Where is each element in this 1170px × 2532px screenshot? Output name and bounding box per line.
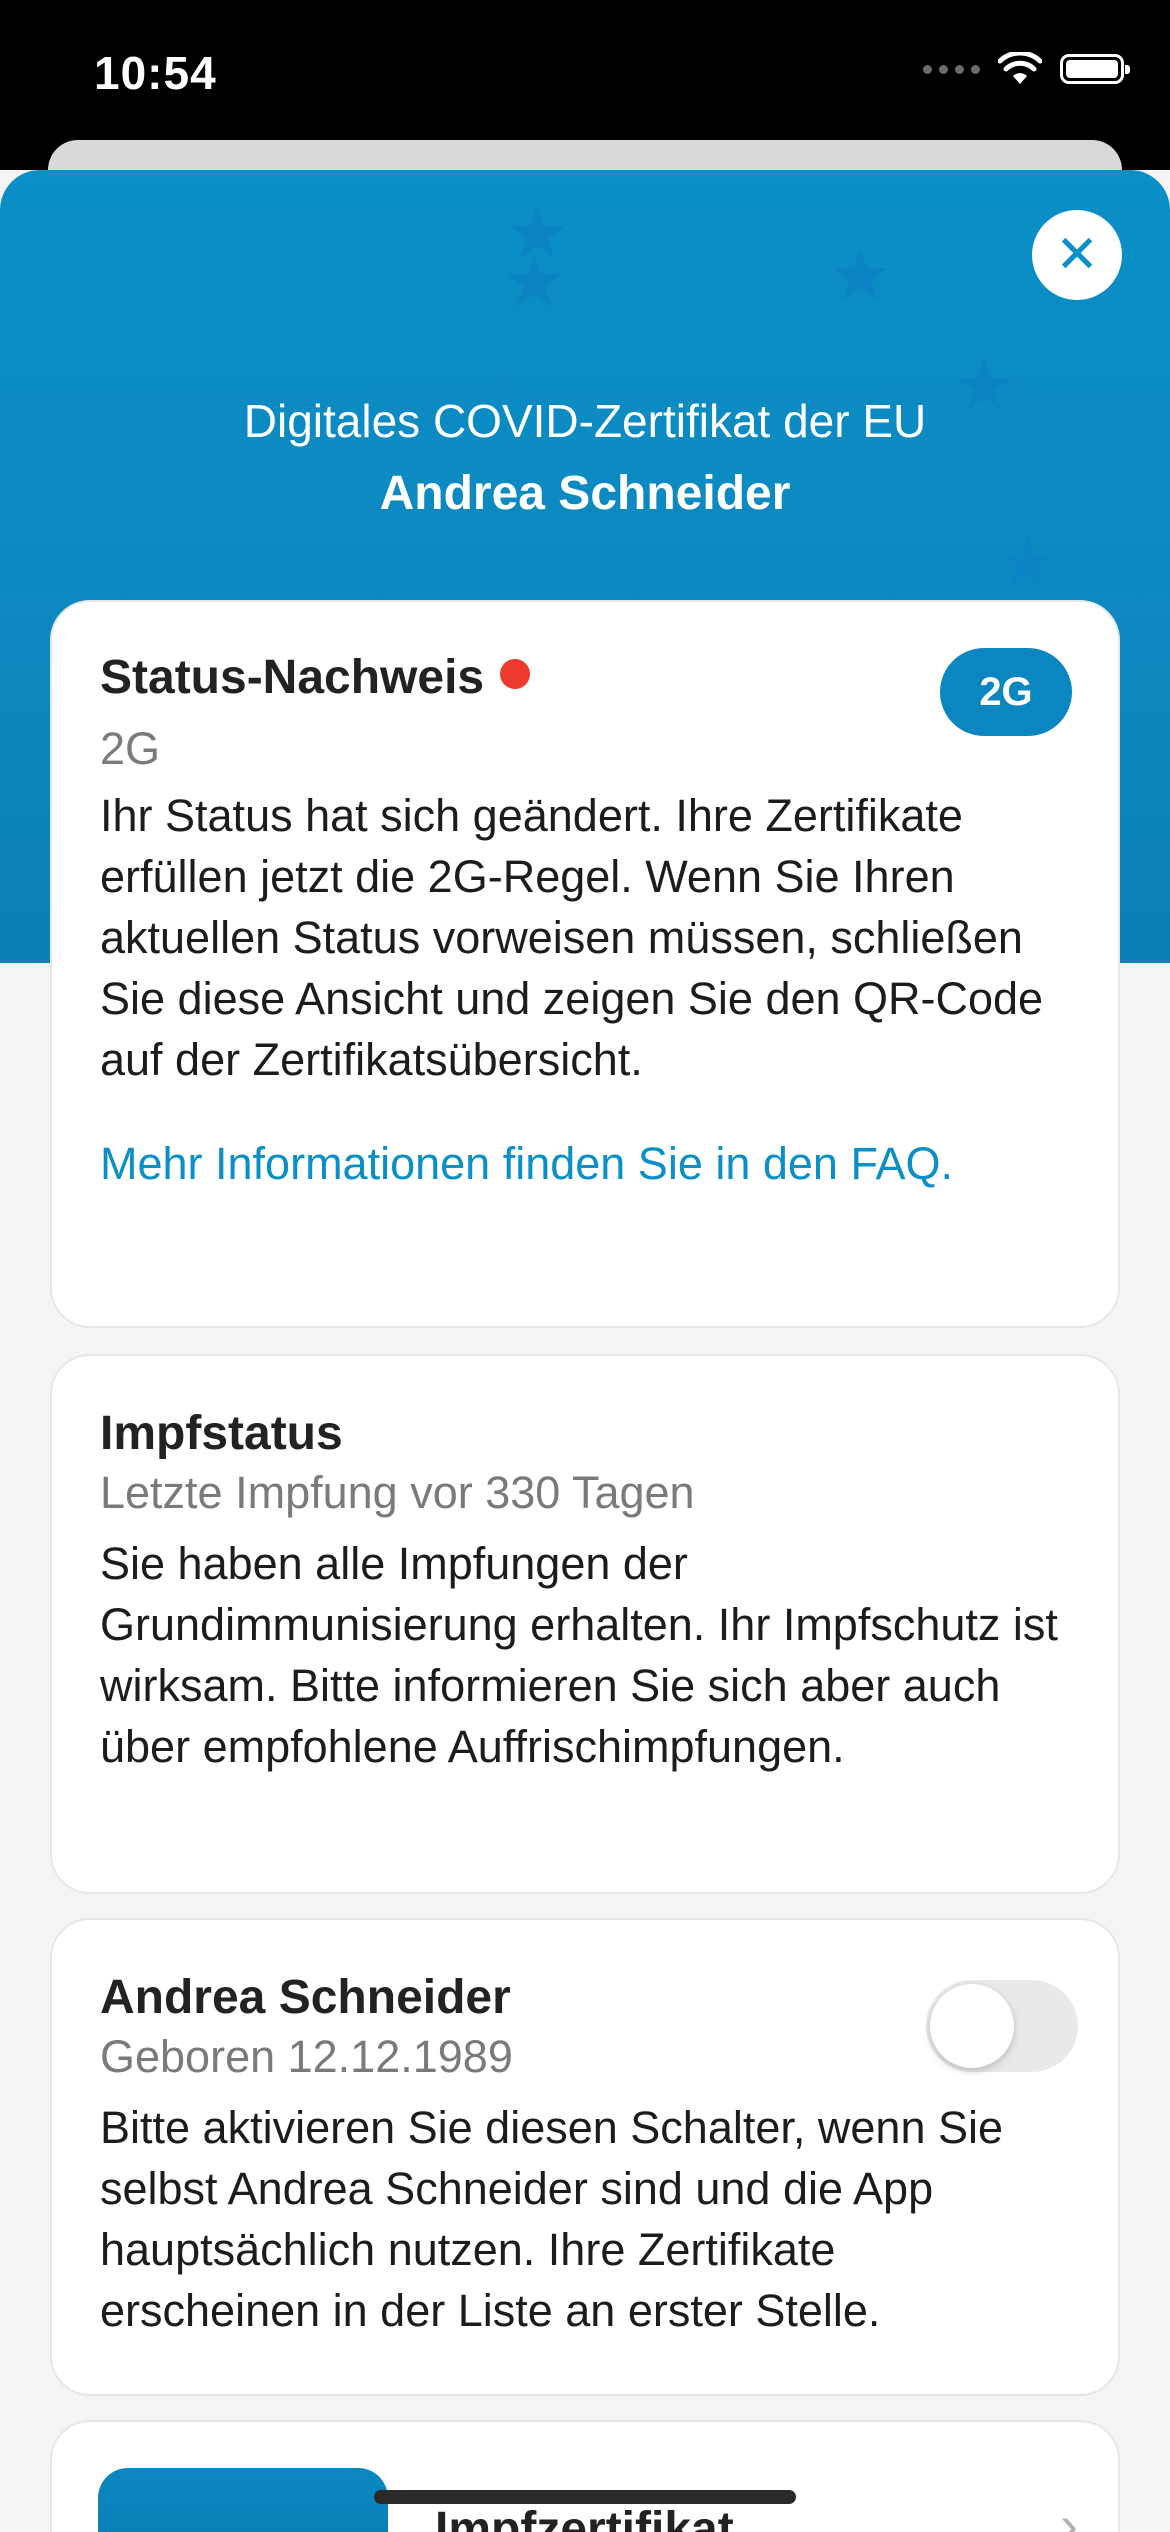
eu-star-icon: ★ [828, 236, 893, 316]
status-card-subtitle: 2G [100, 723, 161, 774]
battery-icon [1060, 54, 1130, 84]
status-time: 10:54 [94, 47, 217, 99]
close-button[interactable]: ✕ [1032, 210, 1122, 300]
person-card-title: Andrea Schneider [100, 1971, 511, 2024]
vaccination-card-subtitle: Letzte Impfung vor 330 Tagen [100, 1467, 695, 1518]
certificate-item-title: Impfzertifikat [435, 2503, 734, 2532]
certificate-list-item[interactable]: Impfzertifikat › [50, 2420, 1120, 2532]
certificate-thumbnail [98, 2468, 388, 2532]
eu-star-icon: ★ [502, 242, 567, 322]
person-card-body: Bitte aktivieren Sie diesen Schalter, we… [100, 2102, 1004, 2336]
chevron-right-icon: › [1060, 2495, 1078, 2532]
status-card-title-text: Status-Nachweis [100, 651, 485, 704]
person-card: Andrea Schneider Geboren 12.12.1989 Bitt… [50, 1918, 1120, 2396]
status-card-body: Ihr Status hat sich geändert. Ihre Zerti… [100, 790, 1044, 1085]
toggle-knob [930, 1984, 1014, 2068]
vaccination-status-card: Impfstatus Letzte Impfung vor 330 Tagen … [50, 1354, 1120, 1894]
page-title: Digitales COVID-Zertifikat der EU [243, 395, 927, 447]
status-badge: 2G [940, 648, 1072, 736]
status-indicator-dot [500, 659, 531, 689]
home-indicator[interactable] [374, 2490, 796, 2504]
wifi-icon [998, 52, 1042, 84]
holder-name: Andrea Schneider [379, 467, 791, 520]
eu-star-icon: ★ [995, 524, 1060, 604]
cellular-signal-icon [923, 64, 980, 74]
person-card-birthdate: Geboren 12.12.1989 [100, 2031, 513, 2082]
vaccination-card-body: Sie haben alle Impfungen der Grundimmuni… [100, 1538, 1058, 1772]
status-card-title: Status-Nachweis [100, 650, 1070, 705]
vaccination-card-title: Impfstatus [100, 1407, 343, 1460]
faq-link[interactable]: Mehr Informationen finden Sie in den FAQ… [100, 1138, 1070, 1190]
certificate-detail-sheet: ★ ★ ★ ★ ★ ✕ Digitales COVID-Zertifikat d… [0, 170, 1170, 2532]
status-icons [923, 52, 1130, 86]
status-card: Status-Nachweis 2G 2G Ihr Status hat sic… [50, 600, 1120, 1328]
primary-user-toggle[interactable] [926, 1980, 1078, 2072]
